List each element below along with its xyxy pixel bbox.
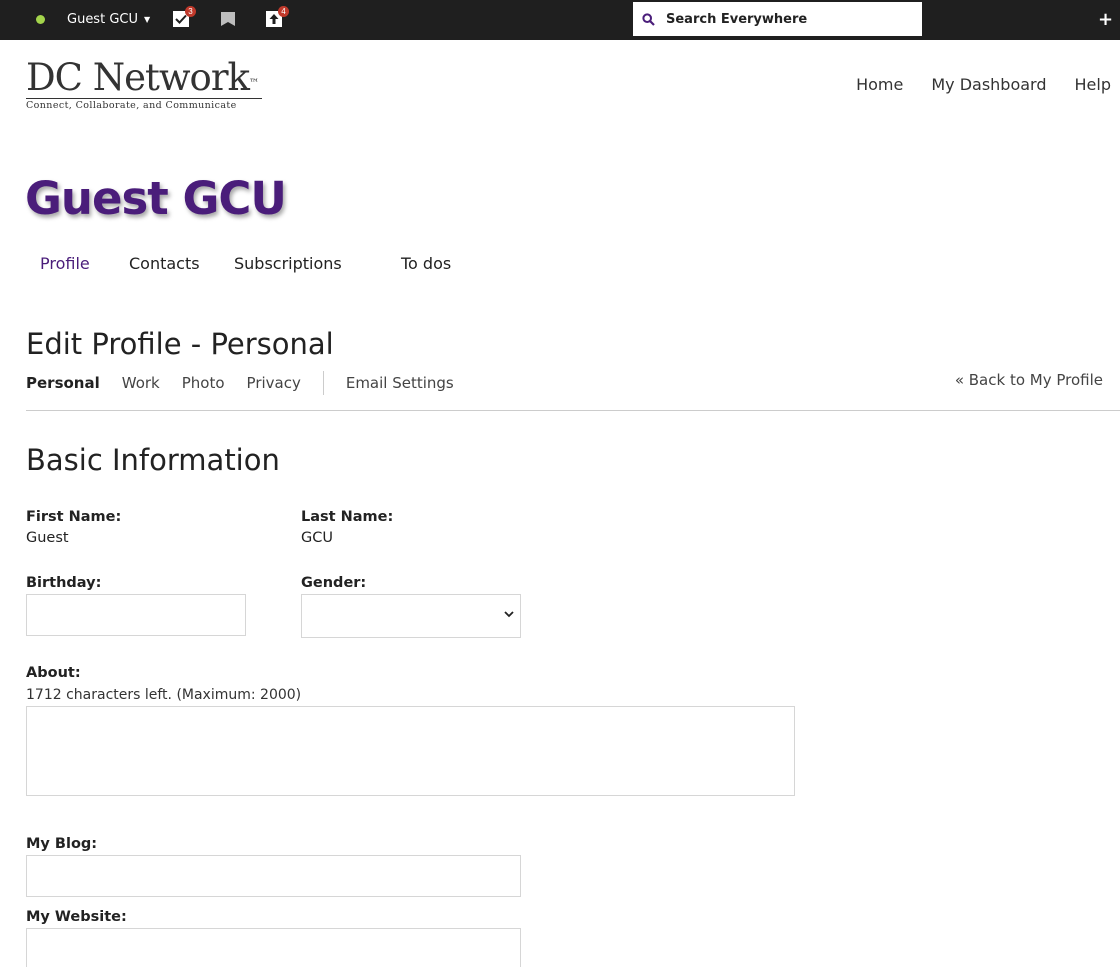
subnav-photo[interactable]: Photo xyxy=(182,374,225,392)
section-title: Basic Information xyxy=(26,443,280,477)
online-status-icon xyxy=(36,15,45,24)
search-icon xyxy=(642,12,655,26)
back-to-profile-link[interactable]: « Back to My Profile xyxy=(955,371,1103,389)
tab-subscriptions[interactable]: Subscriptions xyxy=(234,254,342,273)
about-textarea[interactable] xyxy=(26,706,795,796)
divider xyxy=(26,410,1120,411)
tab-profile[interactable]: Profile xyxy=(40,254,90,273)
trademark: ™ xyxy=(248,78,259,89)
about-char-counter: 1712 characters left. (Maximum: 2000) xyxy=(26,687,302,703)
upload-icon[interactable]: 4 xyxy=(266,6,289,27)
search-box[interactable] xyxy=(633,2,922,36)
gender-label: Gender: xyxy=(301,575,367,591)
last-name-value: GCU xyxy=(301,530,333,546)
site-logo[interactable]: DC Network™ Connect, Collaborate, and Co… xyxy=(26,58,266,111)
subnav-divider xyxy=(322,371,324,395)
uploads-badge: 4 xyxy=(278,6,289,17)
subnav-email-settings[interactable]: Email Settings xyxy=(346,374,454,392)
birthday-label: Birthday: xyxy=(26,575,102,591)
blog-label: My Blog: xyxy=(26,836,98,852)
user-menu[interactable]: Guest GCU ▼ xyxy=(67,12,150,27)
nav-home[interactable]: Home xyxy=(856,75,903,94)
page-title: Edit Profile - Personal xyxy=(26,327,334,361)
logo-title-text: DC Network xyxy=(26,56,250,99)
subnav-work[interactable]: Work xyxy=(122,374,160,392)
nav-help[interactable]: Help xyxy=(1075,75,1111,94)
website-field[interactable] xyxy=(26,928,521,967)
top-bar: Guest GCU ▼ 3 4 + xyxy=(0,0,1120,40)
website-label: My Website: xyxy=(26,909,127,925)
nav-my-dashboard[interactable]: My Dashboard xyxy=(931,75,1046,94)
subnav-privacy[interactable]: Privacy xyxy=(247,374,301,392)
plus-icon[interactable]: + xyxy=(1098,9,1113,30)
subnav-personal[interactable]: Personal xyxy=(26,374,100,392)
about-label: About: xyxy=(26,665,81,681)
search-input[interactable] xyxy=(666,11,906,27)
caret-down-icon: ▼ xyxy=(143,15,151,24)
tab-contacts[interactable]: Contacts xyxy=(129,254,200,273)
logo-title: DC Network™ xyxy=(26,58,266,98)
birthday-field[interactable] xyxy=(26,594,246,636)
profile-name: Guest GCU xyxy=(25,172,287,225)
chevron-down-icon xyxy=(504,611,514,618)
main-nav: Home My Dashboard Help xyxy=(856,75,1111,94)
tab-to-dos[interactable]: To dos xyxy=(401,254,451,273)
edit-subnav: Personal Work Photo Privacy Email Settin… xyxy=(26,371,476,395)
user-menu-label: Guest GCU xyxy=(67,12,138,27)
gender-select[interactable] xyxy=(301,594,521,638)
tasks-icon[interactable]: 3 xyxy=(173,6,196,27)
flag-icon[interactable] xyxy=(220,11,236,27)
blog-field[interactable] xyxy=(26,855,521,897)
tasks-badge: 3 xyxy=(185,6,196,17)
first-name-label: First Name: xyxy=(26,509,122,525)
last-name-label: Last Name: xyxy=(301,509,394,525)
first-name-value: Guest xyxy=(26,530,69,546)
logo-tagline: Connect, Collaborate, and Communicate xyxy=(26,100,237,111)
